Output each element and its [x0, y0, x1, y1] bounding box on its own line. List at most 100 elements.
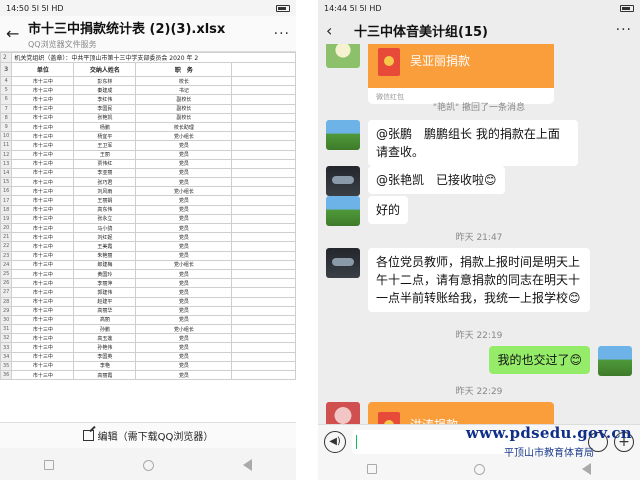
message-input[interactable] — [352, 429, 582, 454]
cell-role: 党员 — [135, 287, 233, 298]
cell-unit: 市十三中 — [11, 140, 75, 151]
empty-cell — [231, 324, 296, 335]
table-row: 29 市十三中 高丽华 党员 — [0, 305, 296, 316]
recent-apps-icon[interactable] — [366, 464, 377, 474]
message-bubble[interactable]: 好的 — [368, 196, 409, 224]
chat-more-icon[interactable]: ··· — [616, 22, 632, 38]
cell-role: 党小组长 — [135, 131, 233, 142]
table-row: 31 市十三中 孙鹏 党小组长 — [0, 324, 296, 335]
row-number: 13 — [0, 158, 13, 169]
row-number: 4 — [0, 75, 13, 87]
empty-cell — [231, 85, 296, 96]
cell-unit: 市十三中 — [11, 278, 75, 289]
table-row: 7 市十三中 李国民 副校长 — [0, 103, 296, 114]
cell-unit: 市十三中 — [11, 268, 75, 280]
empty-cell — [231, 351, 296, 362]
cell-name: 王丽娟 — [73, 195, 137, 206]
table-row: 22 市十三中 王美霞 党员 — [0, 241, 296, 252]
home-icon[interactable] — [142, 459, 154, 471]
cell-name: 李亚丽 — [73, 167, 137, 179]
back-arrow-icon[interactable]: ← — [6, 24, 28, 43]
cell-unit: 市十三中 — [11, 342, 75, 353]
table-row: 23 市十三中 朱艳丽 党员 — [0, 250, 296, 261]
chat-back-icon[interactable]: ‹ — [326, 21, 348, 40]
cell-name: 孙鹏 — [73, 324, 137, 335]
cell-role: 党员 — [135, 342, 233, 353]
cell-role: 党员 — [135, 204, 233, 215]
row-number: 19 — [0, 213, 13, 225]
right-phone-chat: 14:44 5l 5l HD ‹ 十三中体音美计组(15) ··· 吴亚丽捐款 … — [318, 0, 640, 480]
battery-icon — [276, 4, 290, 12]
empty-cell — [231, 195, 296, 206]
cell-role: 党员 — [135, 351, 233, 362]
cell-role: 副校长 — [135, 112, 233, 123]
cell-name: 张艳凯 — [73, 112, 137, 123]
spreadsheet-view[interactable]: 2 机关党组织（盖章）：中共平顶山市第十三中学支部委员会 2020 年 2 3 … — [0, 52, 296, 422]
sender-avatar[interactable] — [326, 166, 360, 196]
empty-cell — [231, 158, 296, 169]
empty-cell — [231, 305, 296, 316]
red-packet-message[interactable]: 吴亚丽捐款 微信红包 — [368, 44, 554, 104]
red-packet-title: 吴亚丽捐款 — [410, 54, 471, 68]
table-row: 34 市十三中 李国英 党员 — [0, 351, 296, 362]
message-bubble[interactable]: 各位党员教师，捐款上报时间是明天上午十二点，请有意捐款的同志在明天十一点半前转账… — [368, 248, 590, 312]
cell-unit: 市十三中 — [11, 75, 75, 87]
row-number: 31 — [0, 324, 13, 335]
back-triangle-icon[interactable] — [242, 459, 252, 471]
empty-cell — [231, 250, 296, 261]
chat-header: ‹ 十三中体音美计组(15) ··· — [318, 16, 640, 44]
empty-cell — [231, 94, 296, 105]
edit-label: 编辑（需下载QQ浏览器） — [97, 432, 214, 443]
sender-avatar[interactable] — [326, 248, 360, 278]
chat-title: 十三中体音美计组(15) — [354, 24, 488, 40]
cell-role: 党员 — [135, 195, 233, 206]
sender-avatar[interactable] — [326, 44, 360, 68]
cell-name: 郭建伟 — [73, 287, 137, 298]
table-row: 15 市十三中 张巧君 党员 — [0, 177, 296, 188]
cell-unit: 市十三中 — [11, 287, 75, 298]
row-number: 16 — [0, 186, 13, 197]
org-cell: 机关党组织（盖章）：中共平顶山市第十三中学支部委员会 2020 年 2 — [11, 52, 296, 63]
cell-unit: 市十三中 — [11, 204, 75, 215]
row-number: 20 — [0, 222, 13, 234]
table-row: 18 市十三中 高东伟 党员 — [0, 204, 296, 215]
cell-role: 党员 — [135, 296, 233, 307]
cell-name: 李红伟 — [73, 94, 137, 105]
voice-icon[interactable]: ◀) — [324, 430, 346, 453]
cell-name: 刘红妮 — [73, 232, 137, 243]
row-number: 9 — [0, 121, 13, 133]
message-bubble[interactable]: @张鹏 鹏鹏组长 我的捐款在上面请查收。 — [368, 120, 578, 166]
my-message-bubble[interactable]: 我的也交过了😊 — [489, 346, 590, 374]
table-row: 20 市十三中 马小鸽 党员 — [0, 222, 296, 234]
cell-name: 李国英 — [73, 351, 137, 362]
edit-bar[interactable]: 编辑（需下载QQ浏览器） — [0, 422, 296, 448]
cell-name: 李丽萍 — [73, 278, 137, 289]
cell-unit: 市十三中 — [11, 333, 75, 344]
back-triangle-icon[interactable] — [582, 463, 592, 475]
more-menu-icon[interactable]: ··· — [274, 26, 290, 42]
cell-unit: 市十三中 — [11, 360, 75, 372]
message-bubble[interactable]: @张艳凯 已接收啦😊 — [368, 166, 505, 194]
sender-avatar[interactable] — [326, 120, 360, 150]
red-packet-message[interactable]: 洪涛捐款 — [368, 402, 554, 424]
my-avatar[interactable] — [598, 346, 632, 376]
cell-unit: 市十三中 — [11, 103, 75, 114]
emoji-icon[interactable] — [588, 431, 608, 452]
recent-apps-icon[interactable] — [44, 460, 55, 470]
home-icon[interactable] — [473, 463, 485, 475]
red-envelope-icon — [378, 412, 400, 424]
table-row: 16 市十三中 刘风雨 党小组长 — [0, 186, 296, 197]
chat-messages[interactable]: 吴亚丽捐款 微信红包 "艳凯" 撤回了一条消息 @张鹏 鹏鹏组长 我的捐款在上面… — [318, 44, 640, 424]
sender-avatar[interactable] — [326, 402, 360, 424]
red-envelope-icon — [378, 48, 400, 76]
sender-avatar[interactable] — [326, 196, 360, 226]
plus-icon[interactable]: + — [614, 431, 634, 452]
cell-unit: 市十三中 — [11, 112, 75, 123]
cell-role: 党员 — [135, 149, 233, 160]
table-row: 6 市十三中 李红伟 副校长 — [0, 94, 296, 105]
row-number: 15 — [0, 177, 13, 188]
recall-notice: "艳凯" 撤回了一条消息 — [432, 103, 526, 113]
row-number: 27 — [0, 287, 13, 298]
row-number: 18 — [0, 204, 13, 215]
table-row: 27 市十三中 郭建伟 党员 — [0, 287, 296, 298]
